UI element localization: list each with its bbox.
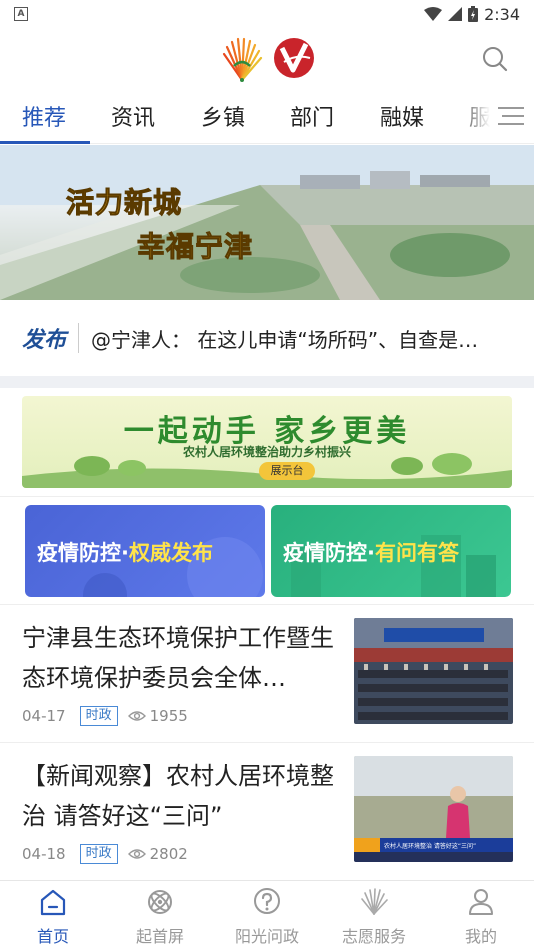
atom-icon — [148, 890, 172, 914]
volunteer-icon — [361, 888, 388, 915]
news-meta: 04-17 时政 1955 — [22, 706, 188, 726]
nav-first-screen[interactable]: 起首屏 — [107, 881, 213, 948]
news-date: 04-17 — [22, 707, 66, 725]
card-label: 疫情防控·有问有答 — [283, 541, 459, 565]
news-meta: 04-18 时政 2802 — [22, 844, 188, 864]
publish-ticker[interactable]: 发布 @宁津人： 在这儿申请“场所码”、自查是… — [0, 300, 534, 376]
promo-badge: 展示台 — [259, 462, 315, 480]
hero-banner[interactable]: 活力新城 幸福宁津 — [0, 145, 534, 300]
svg-text:农村人居环境整治 请答好这“三问”: 农村人居环境整治 请答好这“三问” — [384, 842, 476, 850]
ticker-divider — [78, 323, 80, 353]
clock: 2:34 — [484, 4, 520, 24]
question-icon — [254, 888, 280, 914]
epidemic-official-card[interactable]: 疫情防控·权威发布 — [25, 505, 265, 597]
tab-news[interactable]: 资讯 — [111, 100, 155, 132]
news-anchor-image: 农村人居环境整治 请答好这“三问” — [354, 756, 513, 862]
status-bar: A 2:34 — [0, 0, 534, 28]
tab-towns[interactable]: 乡镇 — [201, 100, 245, 132]
news-thumbnail[interactable]: 农村人居环境整治 请答好这“三问” — [354, 756, 513, 862]
nav-volunteer-service[interactable]: 志愿服务 — [321, 881, 427, 948]
epidemic-qa-card[interactable]: 疫情防控·有问有答 — [271, 505, 511, 597]
divider — [0, 496, 534, 497]
nav-home[interactable]: 首页 — [0, 881, 106, 948]
meeting-hall-image — [354, 618, 513, 724]
banner-line-1: 活力新城 — [65, 186, 183, 220]
card-label: 疫情防控·权威发布 — [37, 541, 213, 565]
nav-my-profile[interactable]: 我的 — [428, 881, 534, 948]
eye-icon — [127, 711, 146, 721]
battery-icon — [468, 6, 479, 22]
news-item[interactable]: 【新闻观察】农村人居环境整治 请答好这“三问” 04-18 时政 2802 农村… — [0, 742, 534, 880]
v-logo-icon — [274, 38, 314, 78]
user-icon — [469, 889, 493, 915]
news-thumbnail[interactable] — [354, 618, 513, 724]
news-title[interactable]: 宁津县生态环境保护工作暨生态环境保护委员会全体… — [22, 618, 340, 698]
city-aerial-image — [0, 145, 534, 300]
news-date: 04-18 — [22, 845, 66, 863]
promo-banner[interactable]: 一起动手 家乡更美 农村人居环境整治助力乡村振兴 展示台 — [22, 396, 512, 488]
search-icon[interactable] — [480, 44, 510, 74]
eye-icon — [127, 849, 146, 859]
home-icon — [40, 889, 66, 916]
section-gap — [0, 376, 534, 388]
news-tag: 时政 — [79, 844, 118, 864]
banner-line-2: 幸福宁津 — [136, 230, 254, 264]
nav-sunshine-inquiry[interactable]: 阳光问政 — [214, 881, 320, 948]
tab-recommend[interactable]: 推荐 — [22, 100, 66, 132]
app-header — [0, 28, 534, 90]
tab-departments[interactable]: 部门 — [290, 100, 334, 132]
promo-subtitle: 农村人居环境整治助力乡村振兴 — [182, 445, 351, 459]
news-tag: 时政 — [79, 706, 118, 726]
publish-headline[interactable]: @宁津人： 在这儿申请“场所码”、自查是… — [91, 324, 503, 353]
news-item[interactable]: 宁津县生态环境保护工作暨生态环境保护委员会全体… 04-17 时政 1955 — [0, 604, 534, 742]
publish-brand: 发布 — [22, 328, 67, 353]
active-tab-indicator — [0, 141, 90, 144]
tab-media[interactable]: 融媒 — [380, 100, 424, 132]
app-notification-icon: A — [14, 7, 28, 21]
category-tabs: 推荐 资讯 乡镇 部门 融媒 服 — [0, 90, 534, 144]
wifi-icon — [424, 7, 443, 21]
bottom-navigation: 首页 起首屏 阳光问政 志愿服务 我的 — [0, 880, 534, 948]
signal-icon — [448, 7, 463, 21]
menu-icon[interactable] — [496, 104, 526, 128]
news-title[interactable]: 【新闻观察】农村人居环境整治 请答好这“三问” — [22, 756, 340, 836]
news-views: 2802 — [127, 845, 188, 863]
fan-logo-icon — [222, 37, 263, 82]
news-views: 1955 — [127, 707, 188, 725]
